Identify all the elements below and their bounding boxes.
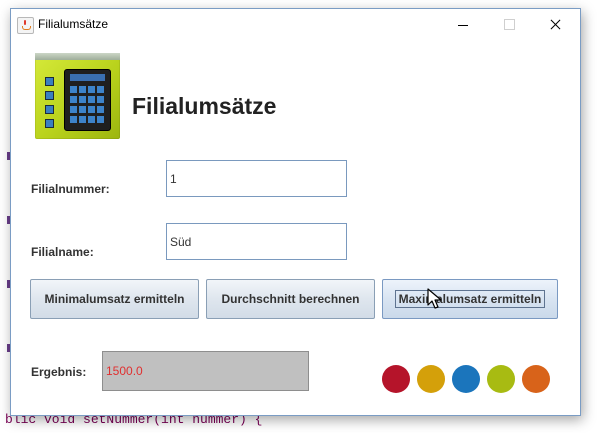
ergebnis-label: Ergebnis: [31,365,87,379]
color-dot-blue[interactable] [452,365,480,393]
maximize-button[interactable] [486,9,532,40]
result-value: 1500.0 [106,364,143,378]
mouse-cursor-icon [427,288,442,309]
durchschnitt-button-label: Durchschnitt berechnen [221,292,360,306]
filialnummer-input[interactable] [166,160,347,197]
maximalumsatz-button-label: Maximalumsatz ermitteln [394,290,546,308]
filialnummer-label: Filialnummer: [31,182,110,196]
minimize-button[interactable] [440,9,486,40]
result-field: 1500.0 [102,351,309,391]
filialname-input[interactable] [166,223,347,260]
filialname-label: Filialname: [31,245,94,259]
java-icon [17,17,34,34]
page-title: Filialumsätze [132,93,277,119]
content-pane: Filialumsätze Filialnummer: Filialname: … [11,40,580,415]
color-dot-orange[interactable] [522,365,550,393]
maximalumsatz-button[interactable]: Maximalumsatz ermitteln [382,279,558,319]
color-dot-green[interactable] [487,365,515,393]
app-window: Filialumsätze Filialumsätze Filialnummer… [10,8,581,416]
color-dot-red[interactable] [382,365,410,393]
window-title: Filialumsätze [38,17,109,31]
color-dot-yellow[interactable] [417,365,445,393]
durchschnitt-button[interactable]: Durchschnitt berechnen [206,279,375,319]
title-bar[interactable]: Filialumsätze [11,9,580,40]
calculator-icon [35,53,120,139]
minimalumsatz-button-label: Minimalumsatz ermitteln [44,292,185,306]
minimalumsatz-button[interactable]: Minimalumsatz ermitteln [30,279,199,319]
close-button[interactable] [532,9,578,40]
